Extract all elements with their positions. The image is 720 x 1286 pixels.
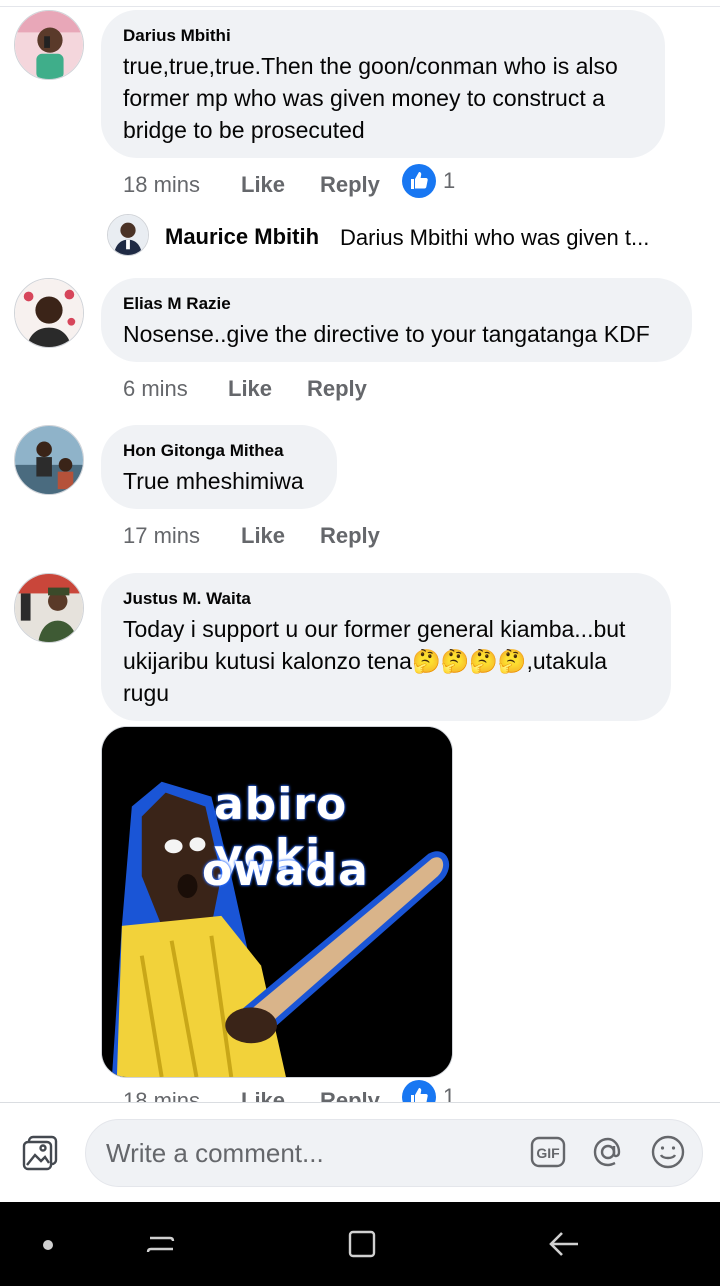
comment-author[interactable]: Elias M Razie: [123, 294, 670, 314]
avatar[interactable]: [14, 278, 84, 348]
comment-bubble: Darius Mbithi true,true,true.Then the go…: [101, 10, 665, 158]
comment-timestamp: 18 mins: [123, 1088, 201, 1102]
system-navigation-bar: [0, 1202, 720, 1286]
comment-author[interactable]: Hon Gitonga Mithea: [123, 441, 315, 461]
reply-preview[interactable]: Maurice Mbitih Darius Mbithi who was giv…: [107, 214, 707, 258]
comment-actions: 17 mins Like Reply: [123, 521, 423, 551]
like-button[interactable]: Like: [228, 374, 272, 404]
divider: [0, 6, 720, 7]
reply-button[interactable]: Reply: [307, 374, 367, 404]
comment-timestamp: 18 mins: [123, 172, 201, 197]
avatar[interactable]: [14, 573, 84, 643]
svg-text:GIF: GIF: [536, 1145, 560, 1161]
gif-icon[interactable]: GIF: [530, 1134, 566, 1170]
comment-actions: 18 mins Like Reply 1: [123, 1080, 543, 1102]
comment-author[interactable]: Darius Mbithi: [123, 26, 643, 46]
reaction-count[interactable]: 1: [443, 1082, 455, 1102]
comment-actions: 6 mins Like Reply: [123, 374, 423, 404]
reply-text: Darius Mbithi who was given t...: [340, 225, 650, 250]
reaction-count[interactable]: 1: [443, 166, 455, 196]
comment-bubble: Justus M. Waita Today i support u our fo…: [101, 573, 671, 721]
comment-bubble: Hon Gitonga Mithea True mheshimiwa: [101, 425, 337, 509]
reply-author[interactable]: Maurice Mbitih: [165, 224, 319, 250]
recent-apps-icon[interactable]: [144, 1226, 180, 1262]
home-icon[interactable]: [344, 1226, 380, 1262]
photo-icon[interactable]: [20, 1133, 60, 1173]
comment-timestamp: 6 mins: [123, 376, 188, 401]
thumbs-up-icon[interactable]: [402, 164, 436, 198]
comment-text: True mheshimiwa: [123, 468, 304, 494]
comment-bubble: Elias M Razie Nosense..give the directiv…: [101, 278, 692, 362]
thumbs-up-icon[interactable]: [402, 1080, 436, 1102]
comment-timestamp: 17 mins: [123, 523, 201, 548]
dot-icon[interactable]: [30, 1226, 66, 1262]
comment-feed[interactable]: Darius Mbithi true,true,true.Then the go…: [0, 0, 720, 1102]
reply-button[interactable]: Reply: [320, 170, 380, 200]
like-button[interactable]: Like: [241, 170, 285, 200]
emoji-icon[interactable]: [650, 1134, 686, 1170]
comment-text: Today i support u our former general kia…: [123, 616, 626, 706]
reply-button[interactable]: Reply: [320, 521, 380, 551]
reply-button[interactable]: Reply: [320, 1086, 380, 1102]
comment-actions: 18 mins Like Reply 1: [123, 164, 543, 200]
avatar[interactable]: [107, 214, 149, 256]
sticker-image[interactable]: abiro yoki owada: [101, 726, 453, 1078]
comment-author[interactable]: Justus M. Waita: [123, 589, 649, 609]
like-button[interactable]: Like: [241, 521, 285, 551]
sticker-caption: owada: [202, 845, 369, 896]
avatar[interactable]: [14, 10, 84, 80]
comment-text: Nosense..give the directive to your tang…: [123, 321, 650, 347]
comment-text: true,true,true.Then the goon/conman who …: [123, 53, 618, 143]
back-icon[interactable]: [546, 1226, 582, 1262]
like-button[interactable]: Like: [241, 1086, 285, 1102]
avatar[interactable]: [14, 425, 84, 495]
mention-icon[interactable]: [590, 1134, 626, 1170]
